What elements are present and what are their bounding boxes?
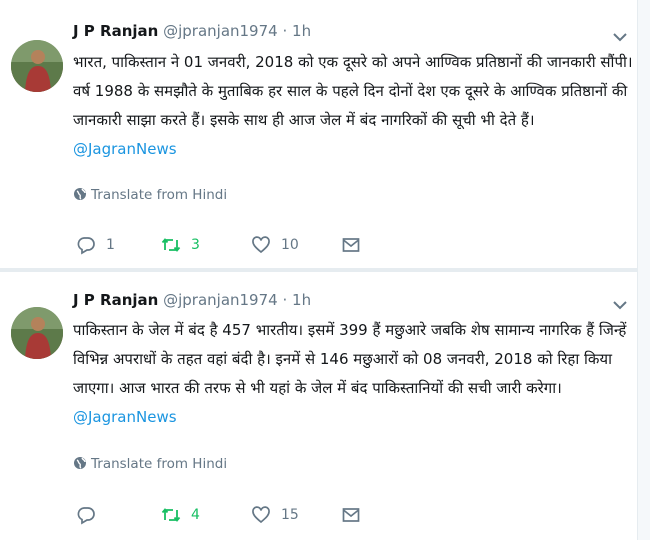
reply-button[interactable]: 1 xyxy=(76,233,115,257)
reply-icon xyxy=(77,507,95,525)
reply-button[interactable] xyxy=(76,503,106,527)
envelope-icon xyxy=(342,508,360,522)
tweet-feed: J P Ranjan @jpranjan1974 · 1h भारत, पाकि… xyxy=(0,0,650,540)
retweet-icon xyxy=(161,508,181,522)
tweet-header: J P Ranjan @jpranjan1974 · 1h xyxy=(73,291,311,313)
direct-message-button[interactable] xyxy=(341,233,371,257)
reply-count: 1 xyxy=(106,237,115,253)
translate-label: Translate from Hindi xyxy=(91,187,228,203)
direct-message-button[interactable] xyxy=(341,503,371,527)
tweet-actions: 4 15 xyxy=(73,503,573,527)
retweet-icon xyxy=(161,238,181,252)
envelope-icon xyxy=(342,238,360,252)
chevron-down-icon[interactable] xyxy=(612,28,628,42)
translate-label: Translate from Hindi xyxy=(91,456,228,472)
tweet[interactable]: J P Ranjan @jpranjan1974 · 1h पाकिस्तान … xyxy=(0,272,636,540)
author-name[interactable]: J P Ranjan xyxy=(73,22,158,40)
tweet-text: पाकिस्तान के जेल में बंद है 457 भारतीय। … xyxy=(73,316,633,432)
tweet-body: पाकिस्तान के जेल में बंद है 457 भारतीय। … xyxy=(73,321,627,397)
author-handle[interactable]: @jpranjan1974 xyxy=(163,22,278,40)
timestamp[interactable]: 1h xyxy=(292,291,311,309)
mention-link[interactable]: @JagranNews xyxy=(73,140,177,158)
translate-link[interactable]: Translate from Hindi xyxy=(73,187,227,203)
tweet[interactable]: J P Ranjan @jpranjan1974 · 1h भारत, पाकि… xyxy=(0,0,636,268)
heart-icon xyxy=(252,506,270,524)
like-count: 10 xyxy=(281,237,299,253)
separator-dot: · xyxy=(282,22,288,40)
tweet-text: भारत, पाकिस्तान ने 01 जनवरी, 2018 को एक … xyxy=(73,48,633,164)
separator-dot: · xyxy=(282,291,288,309)
timestamp[interactable]: 1h xyxy=(292,22,311,40)
avatar[interactable] xyxy=(11,307,63,359)
like-count: 15 xyxy=(281,507,299,523)
globe-icon xyxy=(73,456,87,470)
scrollbar[interactable] xyxy=(637,0,650,540)
retweet-count: 3 xyxy=(191,237,200,253)
tweet-actions: 1 3 10 xyxy=(73,233,573,257)
chevron-down-icon[interactable] xyxy=(612,296,628,310)
translate-link[interactable]: Translate from Hindi xyxy=(73,456,227,472)
mention-link[interactable]: @JagranNews xyxy=(73,408,177,426)
avatar[interactable] xyxy=(11,40,63,92)
author-name[interactable]: J P Ranjan xyxy=(73,291,158,309)
retweet-count: 4 xyxy=(191,507,200,523)
tweet-body: भारत, पाकिस्तान ने 01 जनवरी, 2018 को एक … xyxy=(73,53,633,129)
retweet-button[interactable]: 4 xyxy=(161,503,200,527)
heart-icon xyxy=(252,236,270,254)
like-button[interactable]: 10 xyxy=(251,233,299,257)
like-button[interactable]: 15 xyxy=(251,503,299,527)
reply-icon xyxy=(77,237,95,255)
tweet-header: J P Ranjan @jpranjan1974 · 1h xyxy=(73,22,311,44)
retweet-button[interactable]: 3 xyxy=(161,233,200,257)
author-handle[interactable]: @jpranjan1974 xyxy=(163,291,278,309)
globe-icon xyxy=(73,187,87,201)
